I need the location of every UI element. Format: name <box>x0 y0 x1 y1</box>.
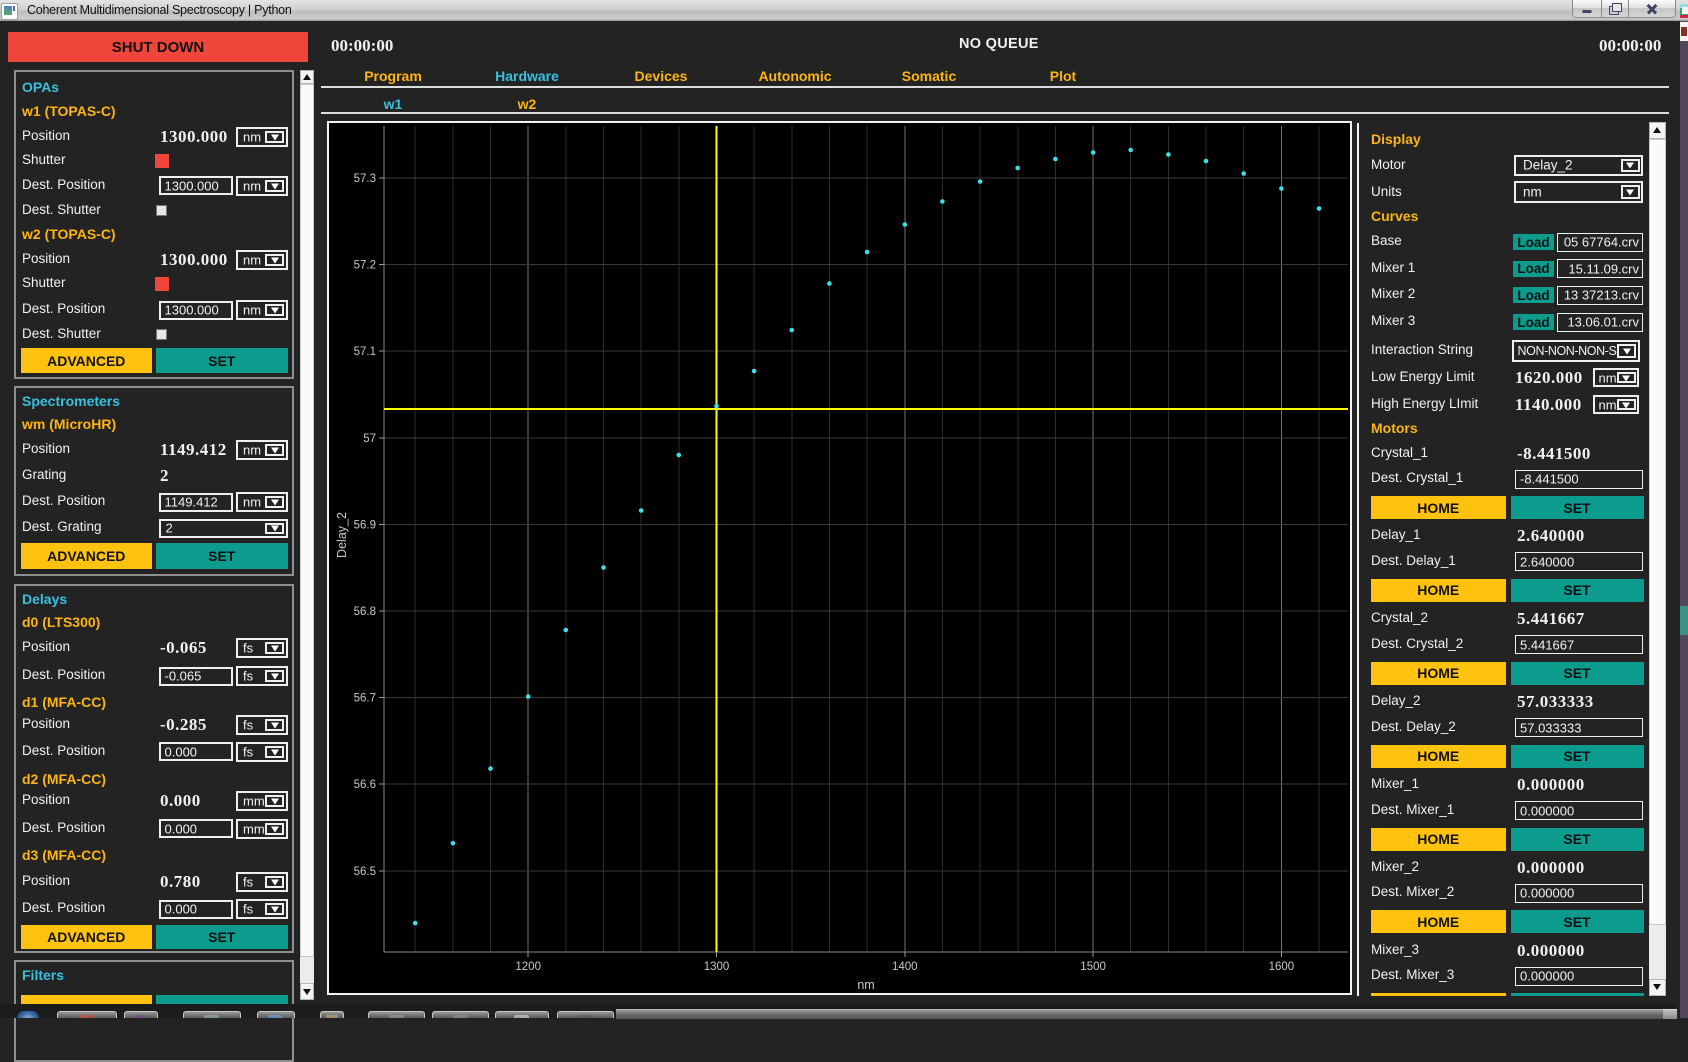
svg-text:1400: 1400 <box>892 961 918 973</box>
svg-text:nm: nm <box>857 978 874 992</box>
svg-text:Delay_2: Delay_2 <box>335 512 349 558</box>
svg-text:57.2: 57.2 <box>354 260 376 272</box>
svg-text:1600: 1600 <box>1269 961 1295 973</box>
svg-text:56.5: 56.5 <box>354 866 376 878</box>
svg-text:56.7: 56.7 <box>354 693 376 705</box>
svg-text:57.1: 57.1 <box>354 346 376 358</box>
svg-text:1200: 1200 <box>515 961 541 973</box>
svg-text:1300: 1300 <box>704 961 730 973</box>
svg-text:56.6: 56.6 <box>354 779 376 791</box>
svg-text:57: 57 <box>363 433 376 445</box>
svg-text:56.8: 56.8 <box>354 606 376 618</box>
svg-text:56.9: 56.9 <box>354 519 376 531</box>
svg-text:57.3: 57.3 <box>354 173 376 185</box>
svg-text:1500: 1500 <box>1080 961 1106 973</box>
